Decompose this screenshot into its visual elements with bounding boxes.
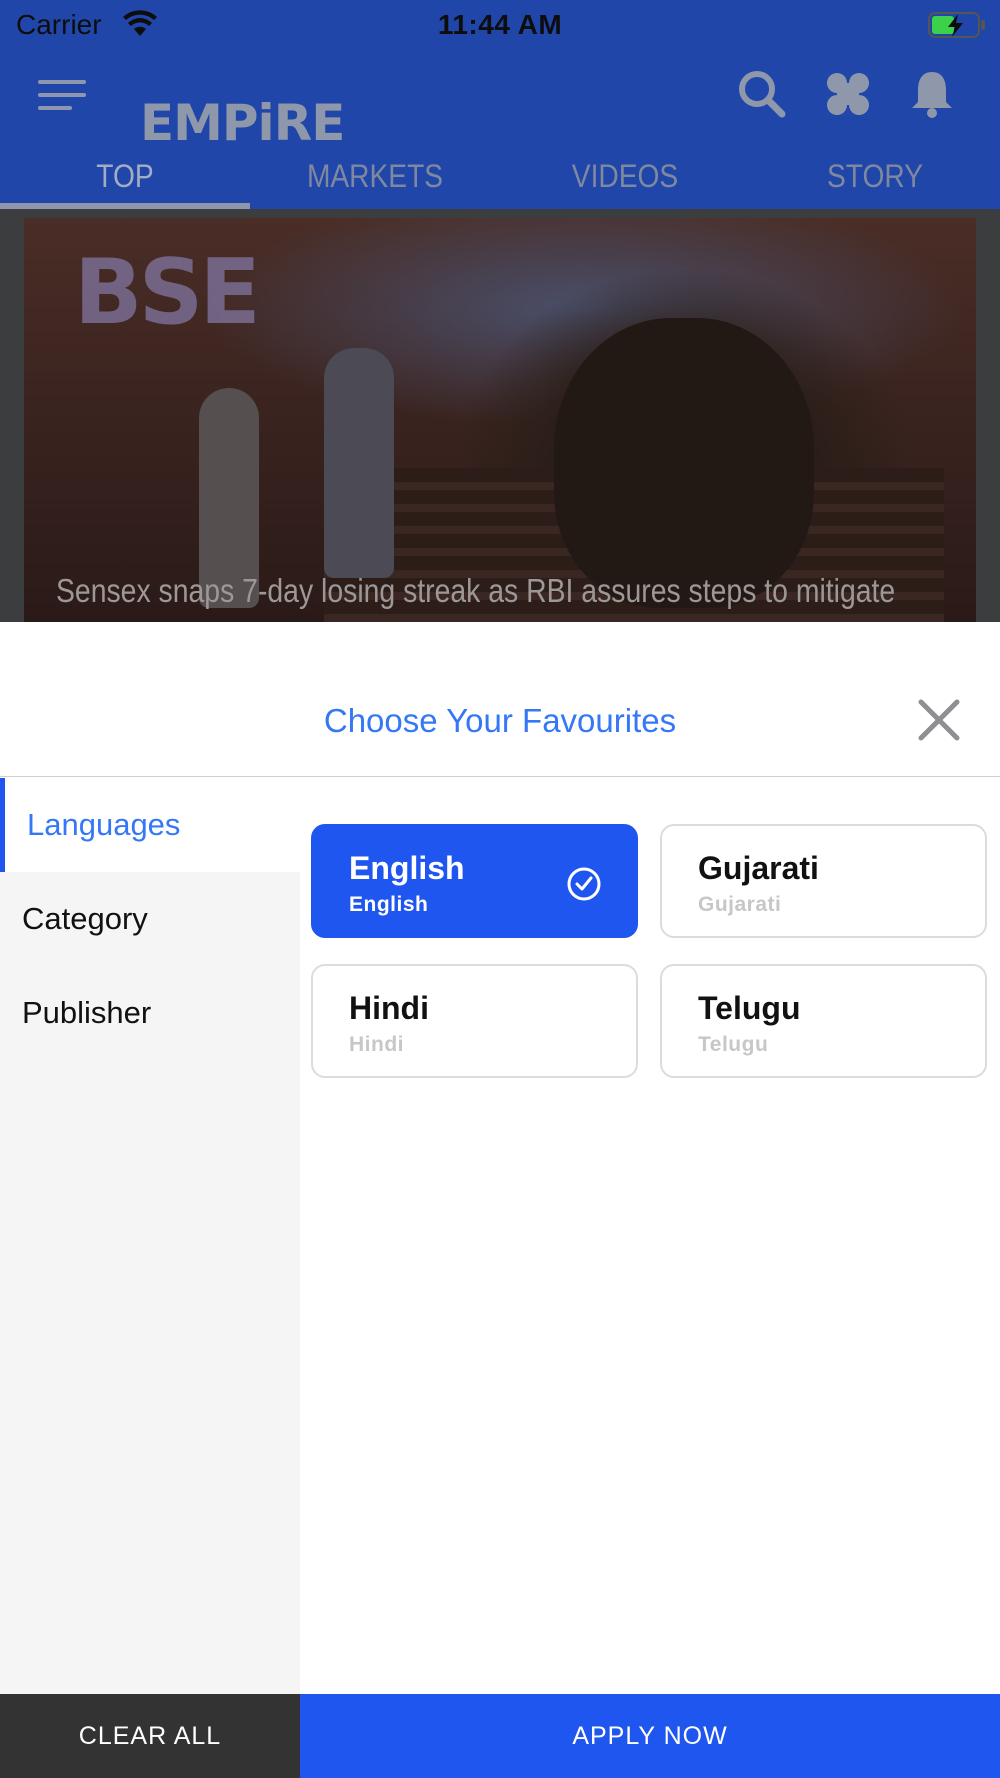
hero-person — [324, 348, 394, 578]
sheet-header: Choose Your Favourites — [0, 622, 1000, 777]
background-app: Carrier 11:44 AM EMPiRE TOP MARKETS VIDE… — [0, 0, 1000, 622]
battery-icon — [928, 12, 985, 38]
hero-story-card[interactable]: BSE Sensex snaps 7-day losing streak as … — [24, 218, 976, 622]
language-native: Hindi — [349, 1033, 404, 1056]
tab-story[interactable]: STORY — [765, 150, 985, 210]
language-option-gujarati[interactable]: Gujarati Gujarati — [660, 824, 987, 938]
language-native: Gujarati — [698, 893, 782, 916]
language-option-english[interactable]: English English — [311, 824, 638, 938]
sidebar-item-publisher[interactable]: Publisher — [0, 966, 300, 1060]
language-option-telugu[interactable]: Telugu Telugu — [660, 964, 987, 1078]
language-name: Gujarati — [698, 850, 819, 886]
sheet-footer: CLEAR ALL APPLY NOW — [0, 1694, 1000, 1778]
top-tabs: TOP MARKETS VIDEOS STORY — [0, 150, 1000, 210]
tab-markets[interactable]: MARKETS — [265, 150, 485, 210]
language-name: Hindi — [349, 990, 429, 1026]
bell-icon[interactable] — [906, 68, 958, 120]
hero-sign-text: BSE — [74, 240, 261, 345]
tab-videos[interactable]: VIDEOS — [515, 150, 735, 210]
status-bar: Carrier 11:44 AM — [0, 0, 1000, 50]
checkmark-icon — [567, 867, 601, 901]
hero-bull-statue — [554, 318, 814, 608]
language-name: Telugu — [698, 990, 801, 1026]
language-native: Telugu — [698, 1033, 769, 1056]
menu-icon[interactable] — [38, 80, 86, 120]
favourites-sidebar: Languages Category Publisher — [0, 778, 300, 1694]
sidebar-item-category[interactable]: Category — [0, 872, 300, 966]
sheet-title: Choose Your Favourites — [323, 702, 677, 739]
favourites-sheet: Choose Your Favourites Languages Categor… — [0, 622, 1000, 1778]
language-option-hindi[interactable]: Hindi Hindi — [311, 964, 638, 1078]
app-logo: EMPiRE — [140, 94, 345, 152]
grid-icon[interactable] — [822, 68, 874, 120]
apply-now-button[interactable]: APPLY NOW — [300, 1694, 1000, 1778]
close-icon[interactable] — [916, 697, 962, 743]
status-time: 11:44 AM — [437, 9, 563, 40]
tab-top[interactable]: TOP — [15, 150, 235, 210]
sidebar-item-languages[interactable]: Languages — [0, 778, 300, 872]
search-icon[interactable] — [736, 68, 788, 120]
clear-all-button[interactable]: CLEAR ALL — [0, 1694, 300, 1778]
hero-headline: Sensex snaps 7-day losing streak as RBI … — [56, 572, 896, 609]
